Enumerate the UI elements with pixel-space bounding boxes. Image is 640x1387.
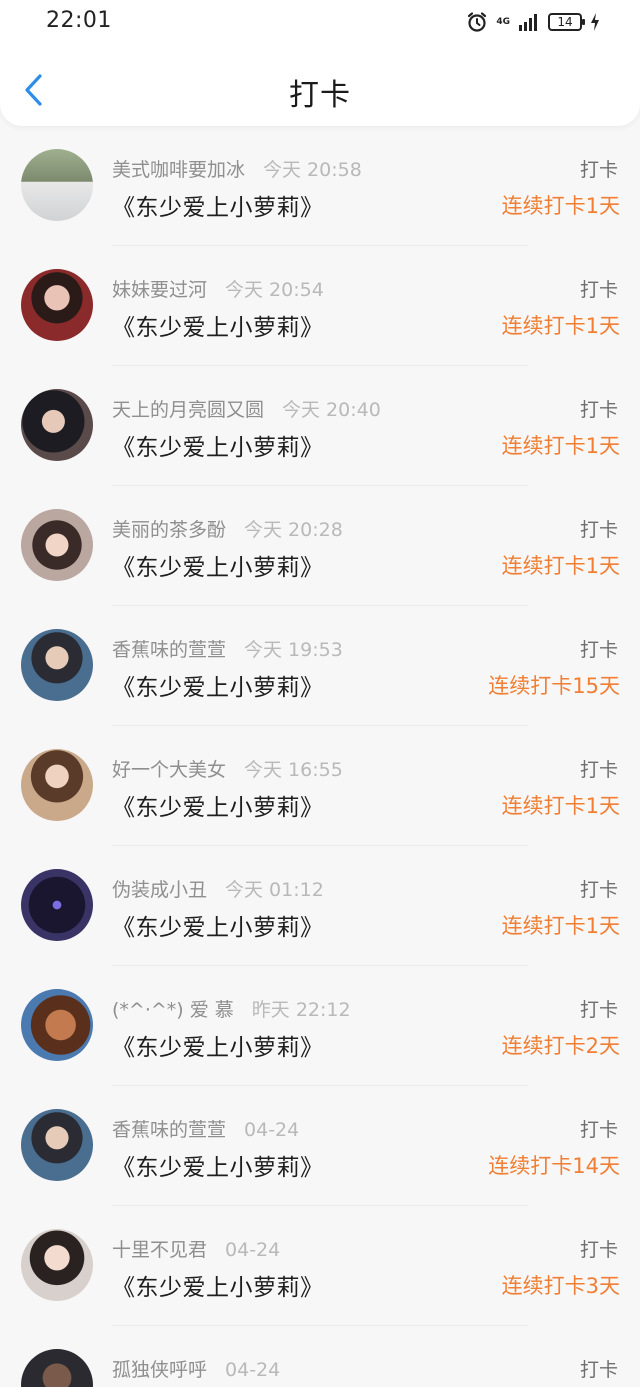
list-item[interactable]: (*^·^*) 爱 慕昨天 22:12 《东少爱上小萝莉》 打卡连续打卡2天	[0, 966, 640, 1086]
avatar[interactable]	[21, 1109, 93, 1181]
checkin-time: 04-24	[225, 1239, 281, 1261]
alarm-icon	[466, 11, 488, 33]
streak-label: 连续打卡1天	[501, 434, 620, 458]
book-title[interactable]: 《东少爱上小萝莉》	[112, 788, 324, 822]
streak-label: 连续打卡1天	[501, 194, 620, 218]
username-text: 十里不见君	[112, 1239, 208, 1261]
checkin-label: 打卡	[579, 519, 618, 541]
checkin-label: 打卡	[579, 1359, 618, 1381]
username: 孤独侠呼呼 04-24	[112, 1355, 280, 1382]
list-item[interactable]: 妹妹要过河 今天 20:54 《东少爱上小萝莉》 打卡连续打卡1天	[0, 246, 640, 366]
username: 十里不见君 04-24	[112, 1235, 280, 1262]
checkin-label: 打卡	[579, 999, 618, 1021]
checkin-time: 今天 19:53	[244, 639, 343, 661]
list-item[interactable]: 美丽的茶多酚 今天 20:28 《东少爱上小萝莉》 打卡连续打卡1天	[0, 486, 640, 606]
signal-icon	[518, 13, 540, 31]
username-text: 美式咖啡要加冰	[112, 159, 246, 181]
checkin-time: 今天 20:28	[244, 519, 343, 541]
username: 美式咖啡要加冰 今天 20:58	[112, 155, 362, 182]
checkin-label: 打卡	[579, 279, 618, 301]
book-title[interactable]: 《东少爱上小萝莉》	[112, 428, 324, 462]
checkin-list: 美式咖啡要加冰 今天 20:58 《东少爱上小萝莉》 打卡 连续打卡1天 妹妹要过河 今天 …	[0, 126, 640, 1387]
checkin-label: 打卡	[579, 399, 618, 421]
checkin-time: 04-24	[225, 1359, 281, 1381]
checkin-label: 打卡	[579, 879, 618, 901]
streak-label: 连续打卡1天	[501, 314, 620, 338]
checkin-time: 今天 20:54	[225, 279, 324, 301]
streak-label: 连续打卡1天	[501, 554, 620, 578]
checkin-label: 打卡	[579, 1119, 618, 1141]
avatar[interactable]	[21, 629, 93, 701]
username-text: 好一个大美女	[112, 759, 227, 781]
username: 伪装成小丑 今天 01:12	[112, 875, 324, 902]
book-title[interactable]: 《东少爱上小萝莉》	[112, 308, 324, 342]
book-title[interactable]: 《东少爱上小萝莉》	[112, 908, 324, 942]
streak-label: 连续打卡15天	[488, 674, 620, 698]
list-item[interactable]: 美式咖啡要加冰 今天 20:58 《东少爱上小萝莉》 打卡连续打卡1天	[0, 126, 640, 246]
checkin-time: 04-24	[244, 1119, 300, 1141]
streak-label: 连续打卡3天	[501, 1274, 620, 1298]
list-item[interactable]: 香蕉味的萱萱 04-24 《东少爱上小萝莉》 打卡连续打卡14天	[0, 1086, 640, 1206]
username: 天上的月亮圆又圆 今天 20:40	[112, 395, 381, 422]
page-title: 打卡	[289, 78, 351, 113]
status-bar: 22:01 4G 14	[0, 0, 640, 44]
checkin-label: 打卡	[579, 759, 618, 781]
list-item[interactable]: 孤独侠呼呼 04-24 打卡	[0, 1326, 640, 1387]
status-time: 22:01	[46, 8, 112, 33]
avatar[interactable]	[21, 509, 93, 581]
username-text: 美丽的茶多酚	[112, 519, 227, 541]
checkin-time: 今天 20:40	[282, 399, 381, 421]
checkin-label: 打卡	[579, 639, 618, 661]
avatar[interactable]	[21, 149, 93, 221]
list-item[interactable]: 香蕉味的萱萱 今天 19:53 《东少爱上小萝莉》 打卡连续打卡15天	[0, 606, 640, 726]
avatar[interactable]	[21, 269, 93, 341]
checkin-label: 打卡	[579, 1239, 618, 1261]
checkin-time: 今天 16:55	[244, 759, 343, 781]
streak-label: 连续打卡1天	[501, 794, 620, 818]
username: (*^·^*) 爱 慕昨天 22:12	[112, 995, 351, 1022]
username-text: 伪装成小丑	[112, 879, 208, 901]
streak-label: 连续打卡1天	[501, 914, 620, 938]
book-title[interactable]: 《东少爱上小萝莉》	[112, 188, 324, 222]
username: 香蕉味的萱萱 今天 19:53	[112, 635, 343, 662]
checkin-time: 今天 01:12	[225, 879, 324, 901]
book-title[interactable]: 《东少爱上小萝莉》	[112, 668, 324, 702]
battery-indicator: 14	[548, 13, 585, 31]
avatar[interactable]	[21, 749, 93, 821]
book-title[interactable]: 《东少爱上小萝莉》	[112, 1028, 324, 1062]
streak-label: 连续打卡14天	[488, 1154, 620, 1178]
list-item[interactable]: 天上的月亮圆又圆 今天 20:40 《东少爱上小萝莉》 打卡连续打卡1天	[0, 366, 640, 486]
username: 好一个大美女 今天 16:55	[112, 755, 343, 782]
username-text: (*^·^*) 爱 慕	[112, 999, 234, 1021]
list-item[interactable]: 伪装成小丑 今天 01:12 《东少爱上小萝莉》 打卡连续打卡1天	[0, 846, 640, 966]
avatar[interactable]	[21, 869, 93, 941]
book-title[interactable]: 《东少爱上小萝莉》	[112, 548, 324, 582]
username-text: 香蕉味的萱萱	[112, 639, 227, 661]
username-text: 孤独侠呼呼	[112, 1359, 208, 1381]
avatar[interactable]	[21, 989, 93, 1061]
username-text: 妹妹要过河	[112, 279, 208, 301]
username-text: 天上的月亮圆又圆	[112, 399, 265, 421]
checkin-label: 打卡	[579, 159, 618, 181]
username-text: 香蕉味的萱萱	[112, 1119, 227, 1141]
list-item[interactable]: 好一个大美女 今天 16:55 《东少爱上小萝莉》 打卡连续打卡1天	[0, 726, 640, 846]
avatar[interactable]	[21, 1229, 93, 1301]
charging-icon	[590, 13, 600, 31]
status-icons: 4G 14	[466, 10, 600, 34]
checkin-time: 今天 20:58	[263, 159, 362, 181]
streak-label: 连续打卡2天	[501, 1034, 620, 1058]
book-title[interactable]: 《东少爱上小萝莉》	[112, 1148, 324, 1182]
checkin-time: 昨天 22:12	[251, 999, 351, 1021]
avatar[interactable]	[21, 1349, 93, 1387]
header: 22:01 4G 14 打卡	[0, 0, 640, 126]
username: 美丽的茶多酚 今天 20:28	[112, 515, 343, 542]
username: 香蕉味的萱萱 04-24	[112, 1115, 299, 1142]
username: 妹妹要过河 今天 20:54	[112, 275, 324, 302]
network-type: 4G	[496, 16, 510, 27]
book-title[interactable]: 《东少爱上小萝莉》	[112, 1268, 324, 1302]
list-item[interactable]: 十里不见君 04-24 《东少爱上小萝莉》 打卡连续打卡3天	[0, 1206, 640, 1326]
avatar[interactable]	[21, 389, 93, 461]
